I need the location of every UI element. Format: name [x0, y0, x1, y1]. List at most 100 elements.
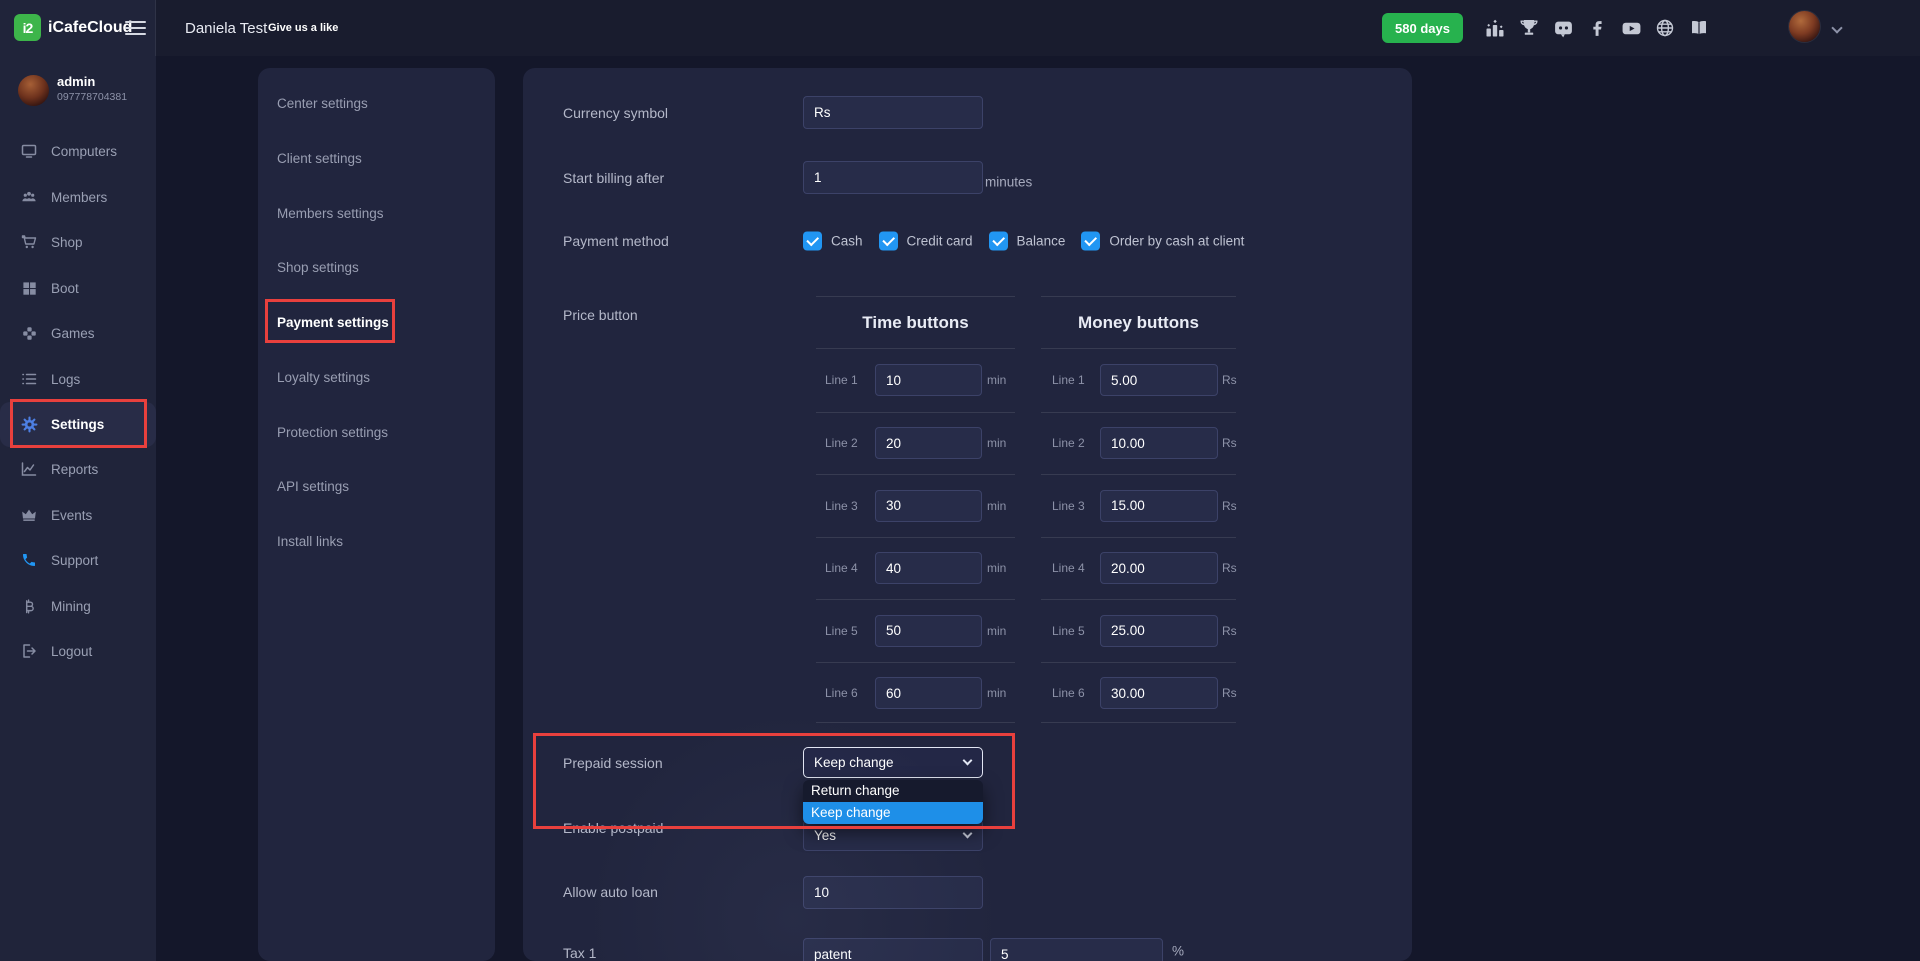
sidebar-item-label: Shop — [51, 235, 83, 250]
payment-method-options: CashCredit cardBalanceOrder by cash at c… — [803, 232, 1244, 251]
time-buttons-line-1-input[interactable] — [875, 364, 982, 396]
prepaid-session-select[interactable]: Keep change — [803, 747, 983, 778]
globe-icon[interactable] — [1654, 17, 1676, 39]
money-buttons-line-6-input[interactable] — [1100, 677, 1218, 709]
time-buttons-table: Time buttonsLine 1minLine 2minLine 3minL… — [816, 296, 1015, 723]
sidebar-item-label: Computers — [51, 144, 117, 159]
time-buttons-line-4-input[interactable] — [875, 552, 982, 584]
sidebar-item-mining[interactable]: Mining — [0, 589, 156, 623]
allow-auto-loan-label: Allow auto loan — [563, 884, 658, 900]
time-buttons-row-line-3: Line 3min — [816, 474, 1015, 537]
leaderboard-icon[interactable] — [1484, 17, 1506, 39]
sidebar-item-logout[interactable]: Logout — [0, 634, 156, 668]
center-name: Daniela Test — [185, 0, 267, 56]
settings-nav-api-settings[interactable]: API settings — [277, 470, 349, 502]
tax1-name-input[interactable] — [803, 938, 983, 961]
prepaid-session-value: Keep change — [814, 755, 894, 770]
trophy-icon[interactable] — [1518, 17, 1540, 39]
give-us-a-like-link[interactable]: Give us a like — [268, 0, 338, 56]
sidebar-item-games[interactable]: Games — [0, 316, 156, 350]
games-icon — [20, 324, 38, 342]
unit-label: Rs — [1222, 561, 1237, 575]
youtube-icon[interactable] — [1620, 17, 1642, 39]
enable-postpaid-select[interactable]: Yes — [803, 820, 983, 851]
admin-phone: 097778704381 — [57, 91, 127, 103]
sidebar-item-boot[interactable]: Boot — [0, 271, 156, 305]
unit-label: min — [987, 373, 1006, 387]
support-icon — [20, 551, 38, 569]
brand-name: iCafeCloud — [48, 0, 132, 56]
sidebar-item-computers[interactable]: Computers — [0, 134, 156, 168]
chevron-down-icon — [963, 756, 973, 766]
time-buttons-line-6-input[interactable] — [875, 677, 982, 709]
time-buttons-row-line-2: Line 2min — [816, 412, 1015, 475]
tax1-suffix: % — [1172, 944, 1184, 959]
unit-label: Rs — [1222, 686, 1237, 700]
settings-icon — [20, 415, 38, 433]
sidebar-item-support[interactable]: Support — [0, 543, 156, 577]
time-buttons-line-5-input[interactable] — [875, 615, 982, 647]
money-buttons-line-2-input[interactable] — [1100, 427, 1218, 459]
credit-card-checkbox[interactable] — [879, 232, 898, 251]
discord-icon[interactable] — [1552, 17, 1574, 39]
sidebar-item-members[interactable]: Members — [0, 180, 156, 214]
money-buttons-line-3-input[interactable] — [1100, 490, 1218, 522]
sidebar-item-events[interactable]: Events — [0, 498, 156, 532]
line-label: Line 4 — [1052, 561, 1085, 575]
line-label: Line 2 — [1052, 436, 1085, 450]
sidebar-item-shop[interactable]: Shop — [0, 225, 156, 259]
money-buttons-line-1-input[interactable] — [1100, 364, 1218, 396]
subscription-days-badge[interactable]: 580 days — [1382, 13, 1463, 43]
checkbox-label: Balance — [1017, 234, 1066, 249]
settings-nav-center-settings[interactable]: Center settings — [277, 87, 368, 119]
settings-nav-panel: Center settings Client settings Members se… — [258, 68, 495, 961]
money-buttons-row-line-3: Line 3Rs — [1041, 474, 1236, 537]
currency-symbol-input[interactable] — [803, 96, 983, 129]
chevron-down-icon[interactable] — [1831, 22, 1842, 33]
settings-nav-protection-settings[interactable]: Protection settings — [277, 416, 388, 448]
cash-checkbox[interactable] — [803, 232, 822, 251]
unit-label: min — [987, 561, 1006, 575]
start-billing-label: Start billing after — [563, 170, 664, 186]
brand-logo-icon[interactable]: i2 — [14, 14, 41, 41]
balance-checkbox[interactable] — [989, 232, 1008, 251]
settings-nav-loyalty-settings[interactable]: Loyalty settings — [277, 361, 370, 393]
sidebar-item-reports[interactable]: Reports — [0, 452, 156, 486]
admin-avatar[interactable] — [18, 75, 49, 106]
money-buttons-line-4-input[interactable] — [1100, 552, 1218, 584]
icafecloud-admin: i2 iCafeCloud Daniela Test Give us a lik… — [0, 0, 1920, 961]
manual-icon[interactable] — [1688, 17, 1710, 39]
time-buttons-line-2-input[interactable] — [875, 427, 982, 459]
unit-label: Rs — [1222, 499, 1237, 513]
line-label: Line 6 — [1052, 686, 1085, 700]
balance-option: Balance — [989, 232, 1066, 251]
currency-symbol-label: Currency symbol — [563, 105, 668, 121]
line-label: Line 5 — [825, 624, 858, 638]
settings-nav-client-settings[interactable]: Client settings — [277, 142, 362, 174]
order-by-cash-at-client-checkbox[interactable] — [1081, 232, 1100, 251]
line-label: Line 3 — [825, 499, 858, 513]
dropdown-option-keep-change[interactable]: Keep change — [803, 802, 983, 824]
tax1-rate-input[interactable] — [990, 938, 1163, 961]
time-buttons-line-3-input[interactable] — [875, 490, 982, 522]
menu-toggle-icon[interactable] — [125, 21, 146, 39]
settings-nav-install-links[interactable]: Install links — [277, 525, 343, 557]
time-buttons-row-line-5: Line 5min — [816, 599, 1015, 662]
money-buttons-table: Money buttonsLine 1RsLine 2RsLine 3RsLin… — [1041, 296, 1236, 723]
sidebar-item-settings[interactable]: Settings — [0, 407, 156, 441]
facebook-icon[interactable] — [1586, 17, 1608, 39]
allow-auto-loan-input[interactable] — [803, 876, 983, 909]
settings-nav-members-settings[interactable]: Members settings — [277, 197, 384, 229]
unit-label: Rs — [1222, 373, 1237, 387]
sidebar-item-logs[interactable]: Logs — [0, 362, 156, 396]
money-buttons-row-line-4: Line 4 Rs — [1041, 537, 1236, 600]
start-billing-input[interactable] — [803, 161, 983, 194]
user-avatar[interactable] — [1789, 11, 1820, 42]
dropdown-option-return-change[interactable]: Return change — [803, 780, 983, 802]
money-buttons-line-5-input[interactable] — [1100, 615, 1218, 647]
money-buttons-row-line-6: Line 6 Rs — [1041, 662, 1236, 725]
settings-nav-payment-settings[interactable]: Payment settings — [277, 306, 389, 338]
sidebar-item-label: Settings — [51, 417, 104, 432]
settings-nav-shop-settings[interactable]: Shop settings — [277, 251, 359, 283]
unit-label: min — [987, 436, 1006, 450]
